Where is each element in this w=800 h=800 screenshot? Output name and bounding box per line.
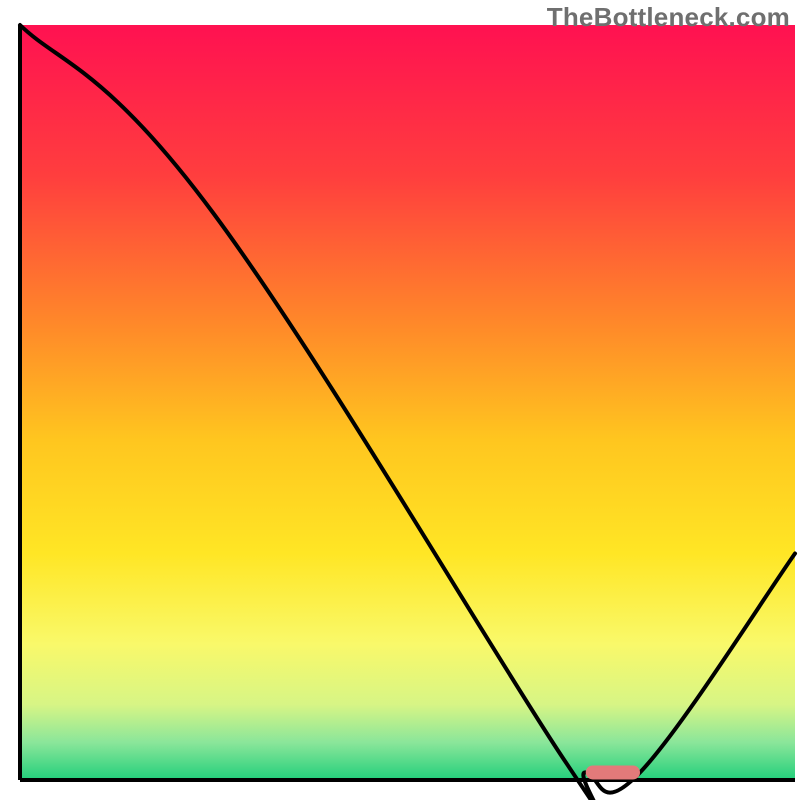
bottleneck-chart: TheBottleneck.com: [0, 0, 800, 800]
chart-svg: [0, 0, 800, 800]
plot-background: [20, 25, 795, 780]
optimal-marker: [586, 765, 640, 779]
attribution-label: TheBottleneck.com: [547, 2, 790, 33]
